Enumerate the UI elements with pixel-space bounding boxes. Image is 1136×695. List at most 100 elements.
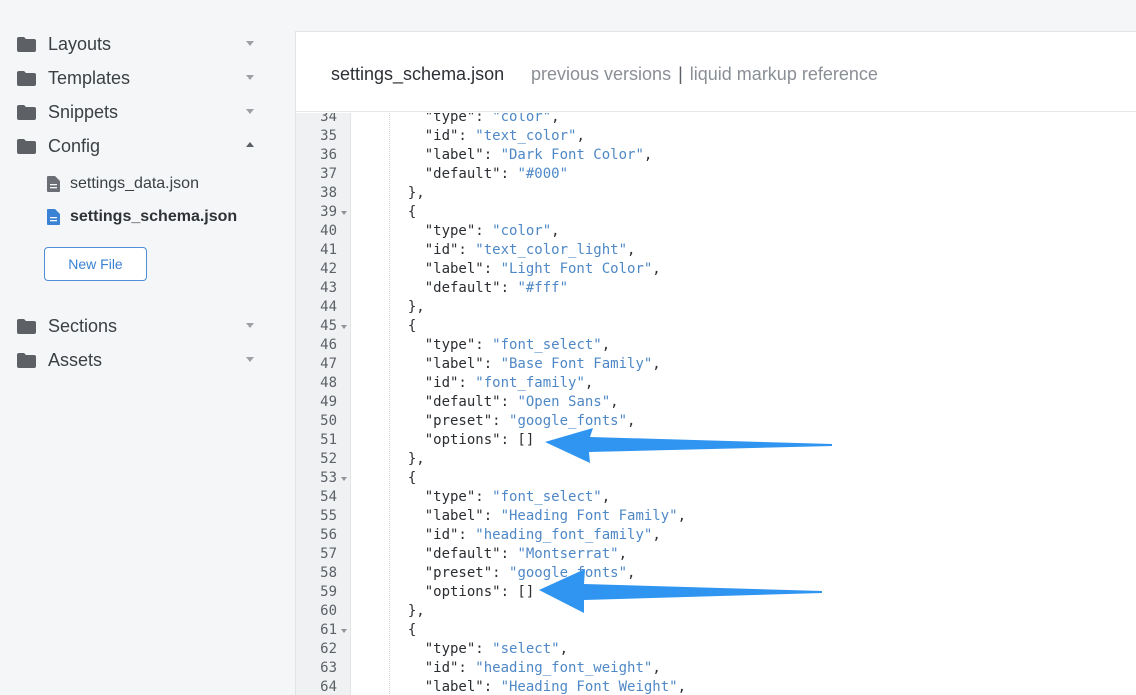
code-line: {: [391, 470, 417, 486]
chevron-down-icon[interactable]: [246, 109, 254, 114]
indent-guide: [389, 113, 390, 695]
folder-snippets[interactable]: Snippets: [17, 100, 262, 124]
file-icon: [47, 176, 60, 192]
folder-sections[interactable]: Sections: [17, 314, 262, 338]
code-line: "default": "#000": [391, 166, 569, 182]
fold-toggle-icon[interactable]: [341, 629, 347, 633]
line-number: 37: [320, 166, 337, 182]
code-line: "default": "#fff": [391, 280, 569, 296]
folder-icon: [17, 138, 36, 154]
line-number: 63: [320, 660, 337, 676]
file-title: settings_schema.json: [331, 64, 505, 84]
folder-templates[interactable]: Templates: [17, 66, 262, 90]
line-number: 34: [320, 113, 337, 125]
code-line: "id": "text_color",: [391, 128, 585, 144]
code-editor[interactable]: 34 35 36 37 38 39 40 41 42 43 44 45 46 47 48 49 50 51 52 53…: [296, 113, 1136, 695]
line-number: 35: [320, 128, 337, 144]
line-number-gutter: 34 35 36 37 38 39 40 41 42 43 44 45 46 47 48 49 50 51 52 53…: [296, 113, 351, 695]
code-line: "options": []: [391, 584, 535, 600]
file-label: settings_data.json: [70, 175, 199, 192]
line-number: 55: [320, 508, 337, 524]
folder-icon: [17, 318, 36, 334]
line-number: 49: [320, 394, 337, 410]
code-line: "preset": "google_fonts",: [391, 565, 636, 581]
line-number: 42: [320, 261, 337, 277]
chevron-down-icon[interactable]: [246, 357, 254, 362]
code-line: "label": "Heading Font Family",: [391, 508, 687, 524]
code-line: "preset": "google_fonts",: [391, 413, 636, 429]
sidebar: Layouts Templates Snippets Config settin…: [0, 0, 295, 695]
folder-icon: [17, 70, 36, 86]
code-line: "id": "text_color_light",: [391, 242, 636, 258]
file-label: settings_schema.json: [70, 208, 238, 225]
line-number: 57: [320, 546, 337, 562]
code-line: "type": "color",: [391, 223, 560, 239]
line-number: 47: [320, 356, 337, 372]
line-number: 61: [320, 622, 337, 638]
line-number: 43: [320, 280, 337, 296]
file-settings-data[interactable]: settings_data.json: [47, 174, 199, 194]
line-number: 56: [320, 527, 337, 543]
code-line: "label": "Base Font Family",: [391, 356, 661, 372]
line-number: 52: [320, 451, 337, 467]
code-line: "type": "font_select",: [391, 489, 611, 505]
code-line: "default": "Montserrat",: [391, 546, 628, 562]
code-line: },: [391, 299, 425, 315]
line-number: 45: [320, 318, 337, 334]
line-number: 40: [320, 223, 337, 239]
code-line: "id": "heading_font_weight",: [391, 660, 661, 676]
code-line: {: [391, 622, 417, 638]
link-separator: |: [678, 64, 683, 84]
line-number: 51: [320, 432, 337, 448]
chevron-up-icon[interactable]: [246, 142, 254, 147]
code-line: {: [391, 318, 417, 334]
folder-icon: [17, 36, 36, 52]
file-icon: [47, 209, 60, 225]
code-line: "type": "color",: [391, 113, 560, 125]
new-file-button[interactable]: New File: [44, 247, 147, 281]
code-line: },: [391, 603, 425, 619]
chevron-down-icon[interactable]: [246, 41, 254, 46]
code-line: {: [391, 204, 417, 220]
line-number: 38: [320, 185, 337, 201]
editor-panel: settings_schema.json previous versions |…: [295, 31, 1136, 695]
folder-label: Layouts: [48, 33, 112, 54]
folder-assets[interactable]: Assets: [17, 348, 262, 372]
file-settings-schema[interactable]: settings_schema.json: [47, 207, 237, 227]
line-number: 60: [320, 603, 337, 619]
line-number: 59: [320, 584, 337, 600]
line-number: 50: [320, 413, 337, 429]
folder-label: Config: [48, 135, 101, 156]
chevron-down-icon[interactable]: [246, 75, 254, 80]
folder-label: Assets: [48, 349, 103, 370]
code-line: "type": "font_select",: [391, 337, 611, 353]
line-number: 39: [320, 204, 337, 220]
line-number: 53: [320, 470, 337, 486]
code-line: "label": "Dark Font Color",: [391, 147, 653, 163]
code-line: "type": "select",: [391, 641, 569, 657]
line-number: 48: [320, 375, 337, 391]
line-number: 41: [320, 242, 337, 258]
fold-toggle-icon[interactable]: [341, 211, 347, 215]
folder-label: Sections: [48, 315, 118, 336]
code-line: "options": []: [391, 432, 535, 448]
folder-layouts[interactable]: Layouts: [17, 32, 262, 56]
code-line: },: [391, 451, 425, 467]
code-line: },: [391, 185, 425, 201]
code-line: "label": "Light Font Color",: [391, 261, 661, 277]
code-line: "default": "Open Sans",: [391, 394, 619, 410]
fold-toggle-icon[interactable]: [341, 477, 347, 481]
line-number: 62: [320, 641, 337, 657]
previous-versions-link[interactable]: previous versions: [531, 64, 671, 84]
liquid-reference-link[interactable]: liquid markup reference: [690, 64, 878, 84]
line-number: 44: [320, 299, 337, 315]
header-links: previous versions | liquid markup refere…: [531, 64, 878, 85]
folder-icon: [17, 104, 36, 120]
folder-config[interactable]: Config: [17, 134, 262, 158]
code-line: "id": "font_family",: [391, 375, 594, 391]
fold-toggle-icon[interactable]: [341, 325, 347, 329]
line-number: 64: [320, 679, 337, 695]
folder-label: Templates: [48, 67, 131, 88]
line-number: 58: [320, 565, 337, 581]
chevron-down-icon[interactable]: [246, 323, 254, 328]
